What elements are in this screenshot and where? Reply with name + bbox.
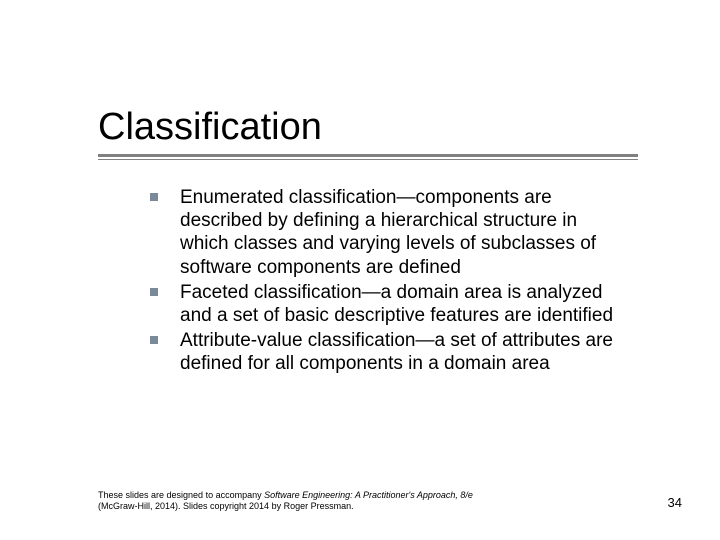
title-underline-thin: [98, 159, 638, 160]
square-bullet-icon: [150, 288, 158, 296]
bullet-text: Enumerated classification—components are…: [180, 187, 596, 278]
title-block: Classification: [98, 108, 638, 160]
bullet-list: Enumerated classification—components are…: [150, 186, 630, 375]
bullet-term: Faceted classification: [180, 282, 362, 303]
footer-line2: (McGraw-Hill, 2014). Slides copyright 20…: [98, 501, 354, 511]
footer-line1-pre: These slides are designed to accompany: [98, 490, 264, 500]
page-number: 34: [668, 495, 682, 510]
list-item: Faceted classification—a domain area is …: [150, 281, 630, 327]
bullet-term: Enumerated classification: [180, 187, 397, 208]
body-block: Enumerated classification—components are…: [150, 186, 630, 377]
bullet-term: Attribute-value classification: [180, 330, 416, 351]
title-underline-thick: [98, 154, 638, 157]
footer: These slides are designed to accompany S…: [98, 490, 618, 513]
list-item: Attribute-value classification—a set of …: [150, 329, 630, 375]
slide: Classification Enumerated classification…: [0, 0, 720, 540]
list-item: Enumerated classification—components are…: [150, 186, 630, 279]
bullet-text: Faceted classification—a domain area is …: [180, 282, 613, 326]
square-bullet-icon: [150, 193, 158, 201]
footer-line1-title: Software Engineering: A Practitioner's A…: [264, 490, 473, 500]
bullet-text: Attribute-value classification—a set of …: [180, 330, 613, 374]
slide-title: Classification: [98, 108, 638, 148]
square-bullet-icon: [150, 336, 158, 344]
